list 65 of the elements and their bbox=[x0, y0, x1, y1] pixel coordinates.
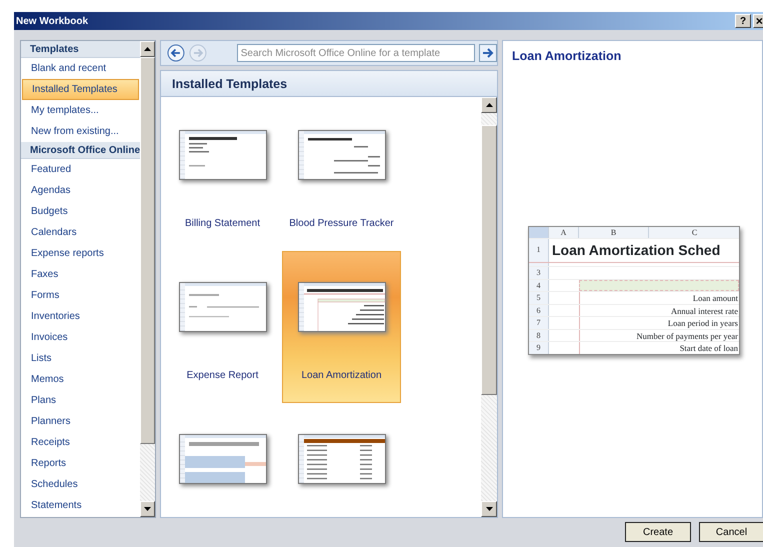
search-button[interactable] bbox=[479, 44, 497, 62]
up-arrow-icon[interactable] bbox=[144, 47, 151, 51]
up-arrow-icon[interactable] bbox=[486, 103, 492, 107]
sidebar-item[interactable]: Inventories bbox=[22, 306, 140, 327]
column-header: B bbox=[579, 226, 649, 238]
template-label: Blood Pressure Tracker bbox=[289, 217, 394, 231]
sidebar-item[interactable]: Agendas bbox=[22, 180, 140, 201]
sidebar-item[interactable]: Schedules bbox=[22, 474, 140, 495]
sidebar-item[interactable]: Featured bbox=[22, 159, 140, 180]
close-icon[interactable] bbox=[753, 14, 763, 28]
row-number: 9 bbox=[529, 342, 549, 354]
sidebar-item[interactable]: Planners bbox=[22, 411, 140, 432]
template-label: Loan Amortization bbox=[301, 369, 382, 383]
preview-field-label: Loan amount bbox=[579, 292, 739, 304]
sidebar-item[interactable]: My templates... bbox=[22, 100, 140, 121]
sidebar-item[interactable]: Expense reports bbox=[22, 243, 140, 264]
sidebar-item[interactable]: New from existing... bbox=[22, 121, 140, 142]
help-button[interactable]: ? bbox=[735, 14, 751, 28]
section-heading: Installed Templates bbox=[160, 70, 498, 96]
row-number: 3 bbox=[529, 267, 549, 279]
sidebar-item[interactable]: Lists bbox=[22, 348, 140, 369]
preview-field-label: Start date of loan bbox=[579, 342, 739, 354]
sidebar-item[interactable]: Receipts bbox=[22, 432, 140, 453]
row-number: 4 bbox=[529, 280, 549, 292]
row-number: 5 bbox=[529, 292, 549, 304]
column-header: A bbox=[549, 226, 579, 238]
dialog-button[interactable]: Create bbox=[625, 522, 691, 542]
sidebar-item[interactable]: Plans bbox=[22, 390, 140, 411]
sidebar-item[interactable]: Budgets bbox=[22, 201, 140, 222]
sidebar-item[interactable]: Reports bbox=[22, 453, 140, 474]
template-tile[interactable]: Blood Pressure Tracker bbox=[282, 99, 401, 251]
preview-heading: Loan Amortization Sched bbox=[551, 241, 720, 260]
window-title: New Workbook bbox=[16, 14, 88, 28]
preview-title: Loan Amortization bbox=[512, 48, 622, 65]
search-field[interactable]: Search Microsoft Office Online for a template bbox=[236, 44, 476, 62]
sidebar-item[interactable]: Installed Templates bbox=[22, 79, 140, 100]
down-arrow-icon[interactable] bbox=[486, 507, 492, 511]
preview-field-label: Loan period in years bbox=[579, 317, 739, 329]
sidebar-item[interactable]: Statements bbox=[22, 495, 140, 516]
sidebar-item[interactable]: Calendars bbox=[22, 222, 140, 243]
dialog-button[interactable]: Cancel bbox=[699, 522, 763, 542]
row-number: 6 bbox=[529, 304, 549, 316]
scrollbar[interactable] bbox=[140, 41, 155, 517]
row-number: 8 bbox=[529, 330, 549, 342]
preview-field-label: Annual interest rate bbox=[579, 304, 739, 316]
template-tile[interactable]: Expense Report bbox=[163, 251, 282, 403]
select-all-corner bbox=[529, 226, 549, 238]
row-number: 7 bbox=[529, 317, 549, 329]
template-tile[interactable]: Loan Amortization bbox=[282, 251, 401, 403]
sidebar-item[interactable]: Memos bbox=[22, 369, 140, 390]
sidebar-item[interactable]: Faxes bbox=[22, 264, 140, 285]
sidebar-item[interactable]: Forms bbox=[22, 285, 140, 306]
sidebar-heading: Templates bbox=[21, 41, 140, 58]
sidebar-heading: Microsoft Office Online bbox=[21, 142, 140, 159]
template-label: Expense Report bbox=[186, 369, 258, 383]
column-header: C bbox=[649, 226, 739, 238]
sidebar-item[interactable]: Blank and recent bbox=[22, 58, 140, 79]
row-number: 1 bbox=[529, 239, 549, 262]
scrollbar[interactable] bbox=[481, 97, 497, 517]
template-tile[interactable]: Billing Statement bbox=[163, 99, 282, 251]
template-label: Billing Statement bbox=[184, 217, 260, 231]
sidebar-item[interactable]: Invoices bbox=[22, 327, 140, 348]
preview-field-label: Number of payments per year bbox=[579, 330, 739, 342]
right-arrow-icon bbox=[482, 48, 494, 58]
down-arrow-icon[interactable] bbox=[144, 507, 151, 511]
